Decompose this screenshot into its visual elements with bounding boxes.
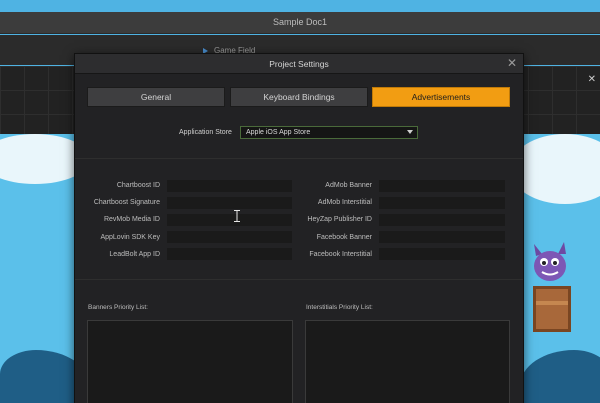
dialog-title: Project Settings [269,59,329,69]
interstitials-priority-label: Interstitials Priority List: [306,304,373,311]
tab-advertisements[interactable]: Advertisements [372,87,510,107]
store-select[interactable]: Apple iOS App Store [240,126,418,139]
store-label: Application Store [179,129,232,136]
chartboost-signature-input[interactable] [167,197,292,209]
crate-sprite [533,286,571,332]
leadbolt-app-id-input[interactable] [167,248,292,260]
divider [75,158,523,159]
tab-keyboard-bindings[interactable]: Keyboard Bindings [230,87,368,107]
applovin-sdk-key-input[interactable] [167,231,292,243]
banners-priority-label: Banners Priority List: [88,304,148,311]
text-cursor-icon [234,210,240,222]
chartboost-id-input[interactable] [167,180,292,192]
facebook-interstitial-label: Facebook Interstitial [309,251,372,258]
revmob-media-id-label: RevMob Media ID [103,216,160,223]
heyzap-publisher-id-input[interactable] [379,214,505,226]
chartboost-id-label: Chartboost ID [116,182,160,189]
interstitials-priority-list[interactable] [305,320,510,403]
facebook-banner-label: Facebook Banner [316,234,372,241]
app-title: Sample Doc1 [272,17,328,27]
chartboost-signature-label: Chartboost Signature [93,199,160,206]
admob-interstitial-input[interactable] [379,197,505,209]
divider [75,279,523,280]
close-icon[interactable]: ✕ [588,74,596,85]
app-titlebar: Sample Doc1 [0,12,600,34]
leadbolt-app-id-label: LeadBolt App ID [109,251,160,258]
dialog-header: Project Settings ✕ [75,54,523,74]
store-select-value: Apple iOS App Store [246,129,311,136]
facebook-banner-input[interactable] [379,231,505,243]
settings-tabs: General Keyboard Bindings Advertisements [87,87,511,107]
monster-sprite [534,242,566,281]
revmob-media-id-input[interactable] [167,214,292,226]
tab-general[interactable]: General [87,87,225,107]
close-icon[interactable]: ✕ [507,56,517,70]
admob-banner-input[interactable] [379,180,505,192]
project-settings-dialog: Project Settings ✕ General Keyboard Bind… [74,53,524,403]
facebook-interstitial-input[interactable] [379,248,505,260]
admob-banner-label: AdMob Banner [325,182,372,189]
heyzap-publisher-id-label: HeyZap Publisher ID [307,216,372,223]
app-top-strip [0,0,600,12]
admob-interstitial-label: AdMob Interstitial [317,199,372,206]
banners-priority-list[interactable] [87,320,293,403]
store-row: Application Store Apple iOS App Store [75,126,523,140]
applovin-sdk-key-label: AppLovin SDK Key [100,234,160,241]
chevron-down-icon [407,130,413,134]
